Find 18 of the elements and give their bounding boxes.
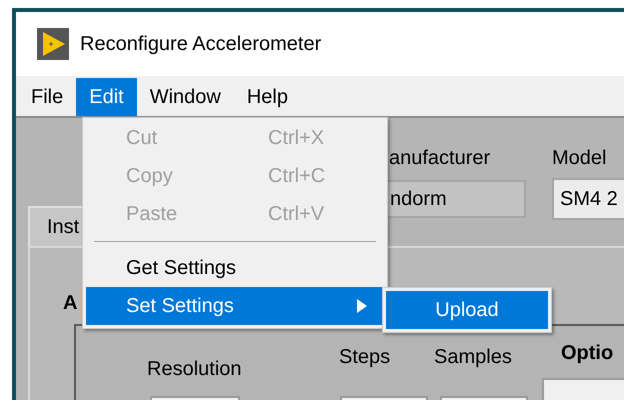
menu-item[interactable]: Upload [386,291,548,329]
menu-bar-item[interactable]: File [18,78,76,116]
menu-item[interactable]: Get Settings [86,249,384,287]
field-label: Samples [434,345,512,370]
submenu-arrow-icon [357,299,367,313]
field-label: anufacturer [389,146,490,171]
section-label: A [63,291,78,316]
field-label: Resolution [147,357,242,382]
field-label: Model [552,146,606,171]
menu-bar-item[interactable]: Edit [76,78,137,116]
window-title: Reconfigure Accelerometer [80,32,322,57]
group-label: Optio [561,341,614,366]
app-icon [37,28,69,60]
tab[interactable]: Inst [28,206,84,246]
field-label: Steps [339,345,390,370]
menu-bar-item[interactable]: Help [234,78,301,116]
menu-bar-item[interactable]: Window [136,78,234,116]
menu-item[interactable]: Set Settings [86,287,384,325]
